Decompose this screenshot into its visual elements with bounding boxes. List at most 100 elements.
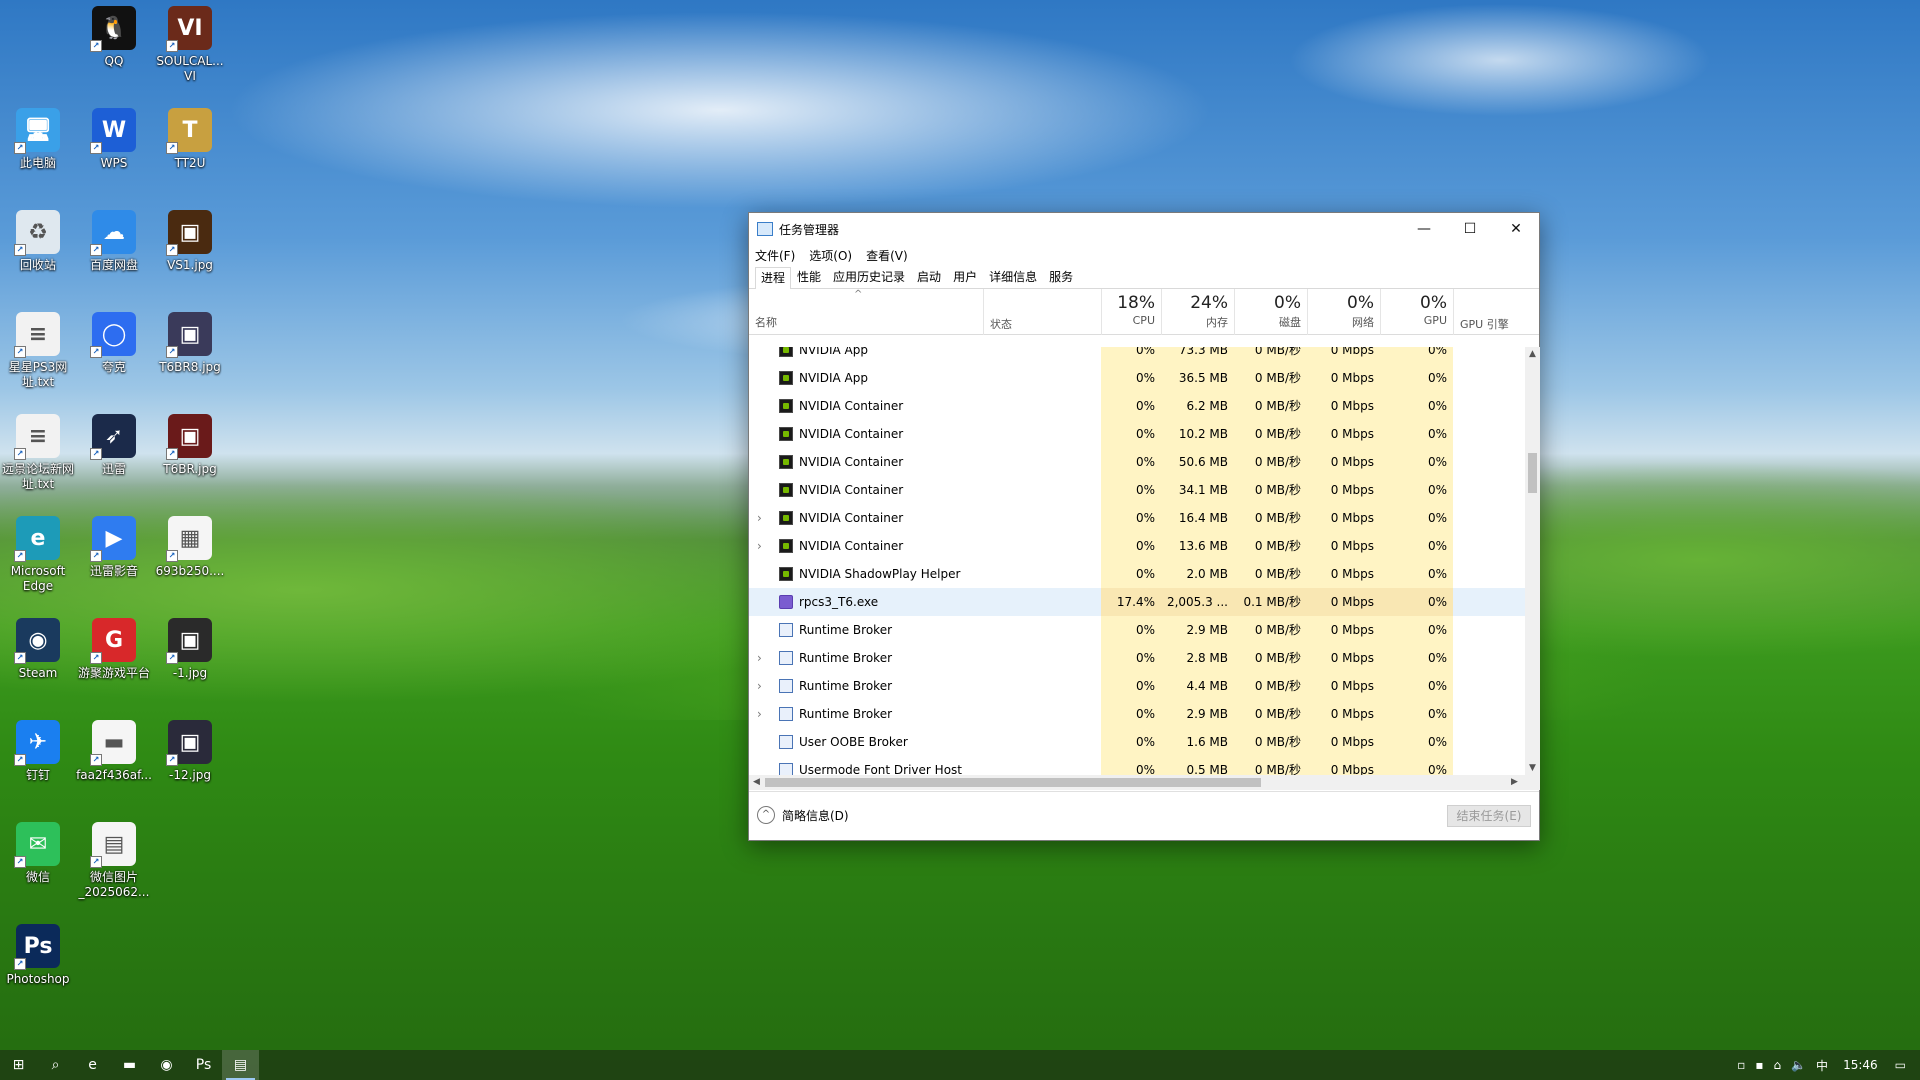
explorer-taskbar-button[interactable]: ▬ — [111, 1050, 148, 1080]
column-gpu-engine[interactable]: GPU 引擎 — [1453, 289, 1539, 335]
memory-total: 24% — [1190, 293, 1228, 313]
column-memory[interactable]: 24% 内存 — [1161, 289, 1234, 335]
desktop-icon[interactable]: ▣ ↗ -12.jpg — [152, 720, 228, 783]
column-name[interactable]: 名称 — [755, 314, 777, 330]
scroll-right-icon[interactable]: ▶ — [1511, 775, 1518, 790]
expand-chevron-icon[interactable]: › — [757, 532, 762, 560]
column-network[interactable]: 0% 网络 — [1307, 289, 1380, 335]
app-taskbar-button[interactable]: ◉ — [148, 1050, 185, 1080]
process-row[interactable]: NVIDIA Container 0% 34.1 MB 0 MB/秒 0 Mbps 0% — [749, 476, 1525, 504]
desktop-icon[interactable]: G ↗ 游聚游戏平台 — [76, 618, 152, 681]
desktop-icon[interactable]: ▣ ↗ T6BR8.jpg — [152, 312, 228, 375]
tab-app-history[interactable]: 应用历史记录 — [827, 266, 911, 288]
column-gpu[interactable]: 0% GPU — [1380, 289, 1453, 335]
desktop-icon[interactable]: ☁ ↗ 百度网盘 — [76, 210, 152, 273]
edge-taskbar-button[interactable]: e — [74, 1050, 111, 1080]
tab-details[interactable]: 详细信息 — [983, 266, 1043, 288]
desktop-icon[interactable]: W ↗ WPS — [76, 108, 152, 171]
process-row[interactable]: NVIDIA Container 0% 50.6 MB 0 MB/秒 0 Mbps 0% — [749, 448, 1525, 476]
desktop-icon[interactable]: ▤ ↗ 微信图片 _2025062... — [76, 822, 152, 900]
process-disk: 0 MB/秒 — [1234, 532, 1307, 560]
horizontal-scrollbar[interactable]: ◀ ▶ — [749, 775, 1540, 790]
tab-startup[interactable]: 启动 — [911, 266, 947, 288]
title-bar[interactable]: 任务管理器 — ☐ ✕ — [749, 213, 1539, 245]
process-row[interactable]: › Runtime Broker 0% 4.4 MB 0 MB/秒 0 Mbps 0% — [749, 672, 1525, 700]
menu-options[interactable]: 选项(O) — [809, 247, 852, 264]
process-row[interactable]: Usermode Font Driver Host 0% 0.5 MB 0 MB/秒 0… — [749, 756, 1525, 775]
tab-services[interactable]: 服务 — [1043, 266, 1079, 288]
expand-chevron-icon[interactable]: › — [757, 672, 762, 700]
column-disk[interactable]: 0% 磁盘 — [1234, 289, 1307, 335]
search-button[interactable]: ⌕ — [37, 1050, 74, 1080]
tab-performance[interactable]: 性能 — [791, 266, 827, 288]
process-row[interactable]: NVIDIA App 0% 36.5 MB 0 MB/秒 0 Mbps 0% — [749, 364, 1525, 392]
process-row[interactable]: › Runtime Broker 0% 2.8 MB 0 MB/秒 0 Mbps 0% — [749, 644, 1525, 672]
ime-indicator[interactable]: 中 — [1816, 1057, 1828, 1074]
scroll-left-icon[interactable]: ◀ — [753, 775, 760, 790]
vertical-scrollbar[interactable]: ▲ ▼ — [1525, 347, 1540, 775]
close-button[interactable]: ✕ — [1493, 213, 1539, 245]
expand-chevron-icon[interactable]: › — [757, 504, 762, 532]
desktop-icon[interactable]: ≡ ↗ 星星PS3网 址.txt — [0, 312, 76, 390]
maximize-button[interactable]: ☐ — [1447, 213, 1493, 245]
desktop-icon[interactable]: ▣ ↗ T6BR.jpg — [152, 414, 228, 477]
expand-chevron-icon[interactable]: › — [757, 700, 762, 728]
process-row[interactable]: NVIDIA Container 0% 10.2 MB 0 MB/秒 0 Mbps 0% — [749, 420, 1525, 448]
process-row[interactable]: › NVIDIA Container 0% 16.4 MB 0 MB/秒 0 Mbps 0% — [749, 504, 1525, 532]
process-row[interactable]: NVIDIA App 0% 73.3 MB 0 MB/秒 0 Mbps 0% — [749, 347, 1525, 364]
scroll-up-icon[interactable]: ▲ — [1525, 349, 1540, 359]
desktop-icon[interactable]: ▦ ↗ 693b250.... — [152, 516, 228, 579]
desktop-icon[interactable]: ➶ ↗ 迅雷 — [76, 414, 152, 477]
desktop-icon[interactable]: ≡ ↗ 远景论坛新网 址.txt — [0, 414, 76, 492]
tab-processes[interactable]: 进程 — [755, 267, 792, 289]
shortcut-arrow-icon: ↗ — [90, 856, 102, 868]
scroll-down-icon[interactable]: ▼ — [1525, 763, 1540, 773]
network-icon[interactable]: ⌂ — [1773, 1058, 1781, 1072]
clock[interactable]: 15:46 — [1843, 1058, 1878, 1072]
volume-icon[interactable]: 🔈 — [1791, 1058, 1806, 1072]
desktop-icon[interactable]: e ↗ Microsoft Edge — [0, 516, 76, 594]
desktop-icon[interactable]: ▬ ↗ faa2f436af... — [76, 720, 152, 783]
menu-file[interactable]: 文件(F) — [755, 247, 795, 264]
desktop-icon[interactable]: ▣ ↗ VS1.jpg — [152, 210, 228, 273]
tray-app-icon[interactable]: ▫ — [1737, 1058, 1745, 1072]
task-manager-window[interactable]: 任务管理器 — ☐ ✕ 文件(F) 选项(O) 查看(V) 进程 性能 应用历史… — [748, 212, 1540, 841]
process-row[interactable]: NVIDIA Container 0% 6.2 MB 0 MB/秒 0 Mbps 0% — [749, 392, 1525, 420]
nvidia-tray-icon[interactable]: ▪ — [1755, 1058, 1763, 1072]
desktop-icon[interactable]: ◯ ↗ 夸克 — [76, 312, 152, 375]
desktop-icon[interactable]: ◉ ↗ Steam — [0, 618, 76, 681]
minimize-button[interactable]: — — [1401, 213, 1447, 245]
process-row[interactable]: › NVIDIA Container 0% 13.6 MB 0 MB/秒 0 Mbps 0% — [749, 532, 1525, 560]
tab-users[interactable]: 用户 — [947, 266, 983, 288]
photoshop-taskbar-button[interactable]: Ps — [185, 1050, 222, 1080]
process-row[interactable]: rpcs3_T6.exe 17.4% 2,005.3 ... 0.1 MB/秒 0 Mb… — [749, 588, 1525, 616]
desktop-icon[interactable]: 🐧 ↗ QQ — [76, 6, 152, 69]
vertical-scroll-thumb[interactable] — [1528, 453, 1537, 493]
desktop-icon[interactable]: ✈ ↗ 钉钉 — [0, 720, 76, 783]
menu-view[interactable]: 查看(V) — [866, 247, 908, 264]
process-name: Runtime Broker — [799, 707, 893, 721]
fewer-details-button[interactable]: ^ 简略信息(D) — [757, 806, 849, 824]
desktop-icon[interactable]: ▣ ↗ -1.jpg — [152, 618, 228, 681]
desktop-icon[interactable]: Ps ↗ Photoshop — [0, 924, 76, 987]
desktop-icon[interactable]: VI ↗ SOULCAL... VI — [152, 6, 228, 84]
process-name: User OOBE Broker — [799, 735, 908, 749]
column-cpu[interactable]: 18% CPU — [1101, 289, 1161, 335]
end-task-button[interactable]: 结束任务(E) — [1447, 805, 1531, 827]
desktop-icon[interactable]: ▶ ↗ 迅雷影音 — [76, 516, 152, 579]
process-cpu: 0% — [1101, 364, 1161, 392]
desktop-icon[interactable]: ♻ ↗ 回收站 — [0, 210, 76, 273]
process-row[interactable]: NVIDIA ShadowPlay Helper 0% 2.0 MB 0 MB/秒 0 … — [749, 560, 1525, 588]
expand-chevron-icon[interactable]: › — [757, 644, 762, 672]
horizontal-scroll-thumb[interactable] — [765, 778, 1261, 787]
taskmgr-taskbar-button[interactable]: ▤ — [222, 1050, 259, 1080]
desktop-icon[interactable]: 🖥 ↗ 此电脑 — [0, 108, 76, 171]
process-row[interactable]: Runtime Broker 0% 2.9 MB 0 MB/秒 0 Mbps 0% — [749, 616, 1525, 644]
column-status-cell[interactable]: 状态 — [983, 289, 1101, 335]
process-row[interactable]: User OOBE Broker 0% 1.6 MB 0 MB/秒 0 Mbps 0% — [749, 728, 1525, 756]
desktop-icon[interactable]: ✉ ↗ 微信 — [0, 822, 76, 885]
start-button[interactable]: ⊞ — [0, 1050, 37, 1080]
process-row[interactable]: › Runtime Broker 0% 2.9 MB 0 MB/秒 0 Mbps 0% — [749, 700, 1525, 728]
notification-icon[interactable]: ▭ — [1895, 1058, 1906, 1072]
desktop-icon[interactable]: T ↗ TT2U — [152, 108, 228, 171]
